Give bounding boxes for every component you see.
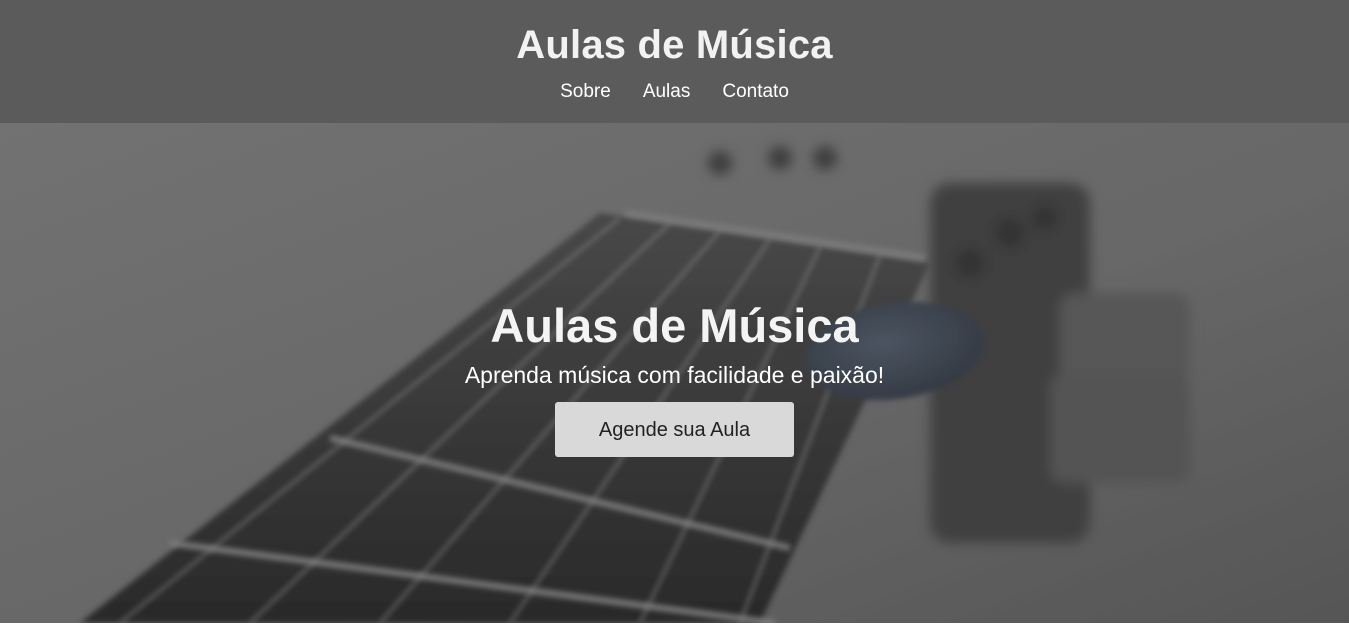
- nav-link-aulas[interactable]: Aulas: [643, 80, 691, 104]
- site-header: Aulas de Música Sobre Aulas Contato: [0, 0, 1349, 123]
- nav-link-contato[interactable]: Contato: [722, 80, 789, 104]
- schedule-lesson-button[interactable]: Agende sua Aula: [555, 402, 794, 457]
- page: Aulas de Música Sobre Aulas Contato Aula…: [0, 0, 1349, 625]
- hero-content: Aulas de Música Aprenda música com facil…: [0, 298, 1349, 457]
- site-title: Aulas de Música: [516, 23, 833, 67]
- main-nav: Sobre Aulas Contato: [0, 80, 1349, 104]
- hero-title: Aulas de Música: [490, 299, 859, 352]
- hero-subtitle: Aprenda música com facilidade e paixão!: [464, 362, 885, 388]
- nav-link-sobre[interactable]: Sobre: [560, 80, 611, 104]
- hero-section: Aulas de Música Aprenda música com facil…: [0, 123, 1349, 623]
